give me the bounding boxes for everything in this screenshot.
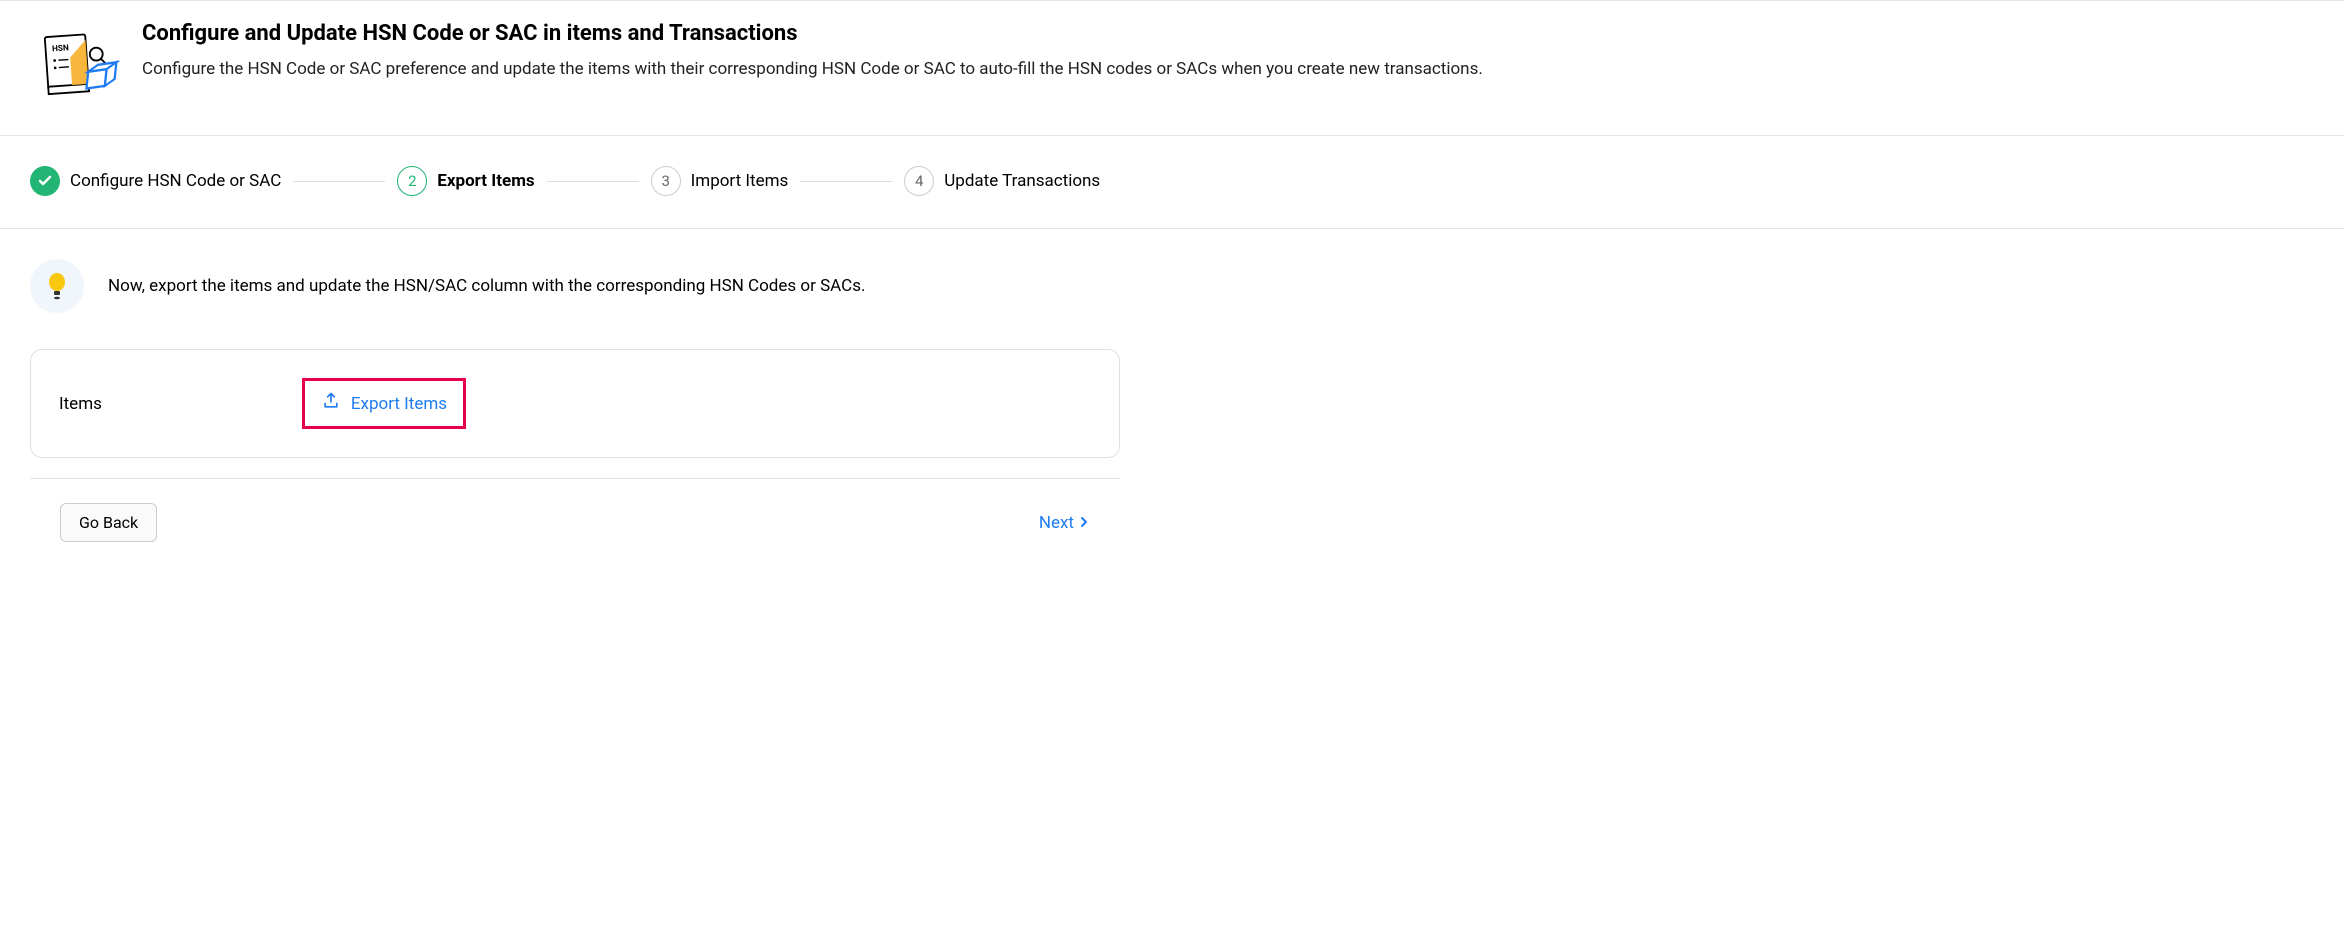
step-number: 2 — [397, 166, 427, 196]
stepper: Configure HSN Code or SAC 2 Export Items… — [0, 136, 2344, 229]
next-button[interactable]: Next — [1039, 513, 1090, 533]
tip-text: Now, export the items and update the HSN… — [108, 276, 866, 296]
footer-nav: Go Back Next — [30, 478, 1120, 566]
step-label: Configure HSN Code or SAC — [70, 171, 281, 191]
step-connector — [800, 181, 892, 182]
go-back-button[interactable]: Go Back — [60, 503, 157, 542]
step-label: Export Items — [437, 171, 534, 191]
export-icon — [321, 391, 341, 416]
items-card: Items Export Items — [30, 349, 1120, 458]
step-label: Import Items — [691, 171, 789, 191]
check-icon — [30, 166, 60, 196]
chevron-right-icon — [1078, 513, 1090, 533]
next-label: Next — [1039, 513, 1074, 533]
page-title: Configure and Update HSN Code or SAC in … — [142, 21, 2314, 46]
hsn-document-illustration: HSN — [30, 21, 122, 113]
bulb-icon — [30, 259, 84, 313]
page-description: Configure the HSN Code or SAC preference… — [142, 56, 2314, 82]
export-items-button[interactable]: Export Items — [321, 391, 447, 416]
step-update[interactable]: 4 Update Transactions — [904, 166, 1100, 196]
step-configure[interactable]: Configure HSN Code or SAC — [30, 166, 281, 196]
step-export[interactable]: 2 Export Items — [397, 166, 534, 196]
tip-row: Now, export the items and update the HSN… — [30, 259, 2314, 313]
items-label: Items — [59, 394, 102, 414]
page-header: HSN Configure and Update HSN Code or SAC… — [0, 0, 2344, 136]
step-connector — [547, 181, 639, 182]
step-number: 3 — [651, 166, 681, 196]
svg-text:HSN: HSN — [52, 43, 70, 54]
export-highlight: Export Items — [302, 378, 466, 429]
step-import[interactable]: 3 Import Items — [651, 166, 789, 196]
step-label: Update Transactions — [944, 171, 1100, 191]
step-connector — [293, 181, 385, 182]
step-number: 4 — [904, 166, 934, 196]
export-label: Export Items — [351, 394, 447, 414]
